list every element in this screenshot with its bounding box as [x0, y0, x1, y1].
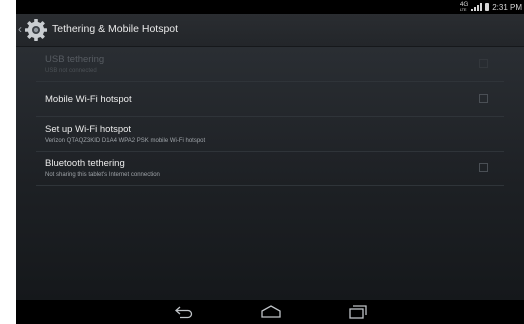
status-indicators: 4G LTE 2:31 PM: [460, 1, 522, 13]
network-subtype-label: LTE: [459, 7, 467, 12]
page-title: Tethering & Mobile Hotspot: [52, 23, 179, 35]
status-clock: 2:31 PM: [492, 2, 522, 12]
pref-bluetooth-tethering-title: Bluetooth tethering: [45, 158, 125, 169]
signal-strength-icon: [471, 3, 483, 11]
home-icon[interactable]: [260, 305, 282, 324]
navigation-bar: [16, 300, 524, 324]
bluetooth-tethering-checkbox[interactable]: [479, 163, 488, 172]
pref-mobile-wifi-hotspot[interactable]: Mobile Wi-Fi hotspot: [36, 82, 504, 117]
pref-setup-wifi-hotspot-title: Set up Wi-Fi hotspot: [45, 124, 132, 135]
pref-setup-wifi-hotspot[interactable]: Set up Wi-Fi hotspot Verizon QTAQZ3KID D…: [36, 117, 504, 152]
action-bar: ‹ Tethering & Mobile Hotspot: [16, 14, 524, 47]
pref-bluetooth-tethering-summary: Not sharing this tablet's Internet conne…: [45, 172, 160, 178]
preferences-list: USB tethering USB not connected Mobile W…: [16, 47, 524, 300]
tablet-screen: 4G LTE 2:31 PM ‹ Tethering & Mobile Hots…: [16, 0, 524, 324]
status-bar: 4G LTE 2:31 PM: [16, 0, 524, 14]
mobile-wifi-hotspot-checkbox[interactable]: [479, 94, 488, 103]
pref-usb-tethering-title: USB tethering: [45, 54, 105, 65]
pref-usb-tethering: USB tethering USB not connected: [36, 47, 504, 82]
settings-gear-icon[interactable]: [24, 18, 48, 42]
network-type-indicator: 4G LTE: [459, 1, 468, 12]
pref-usb-tethering-summary: USB not connected: [45, 68, 97, 74]
pref-mobile-wifi-hotspot-title: Mobile Wi-Fi hotspot: [45, 94, 132, 105]
pref-setup-wifi-hotspot-summary: Verizon QTAQZ3KID D1A4 WPA2 PSK mobile W…: [45, 138, 206, 144]
usb-tethering-checkbox: [479, 59, 488, 68]
back-icon[interactable]: [174, 305, 194, 324]
pref-bluetooth-tethering[interactable]: Bluetooth tethering Not sharing this tab…: [36, 151, 504, 186]
up-navigation-icon[interactable]: ‹: [18, 22, 22, 36]
battery-icon: [485, 3, 490, 11]
recent-apps-icon[interactable]: [348, 305, 368, 324]
